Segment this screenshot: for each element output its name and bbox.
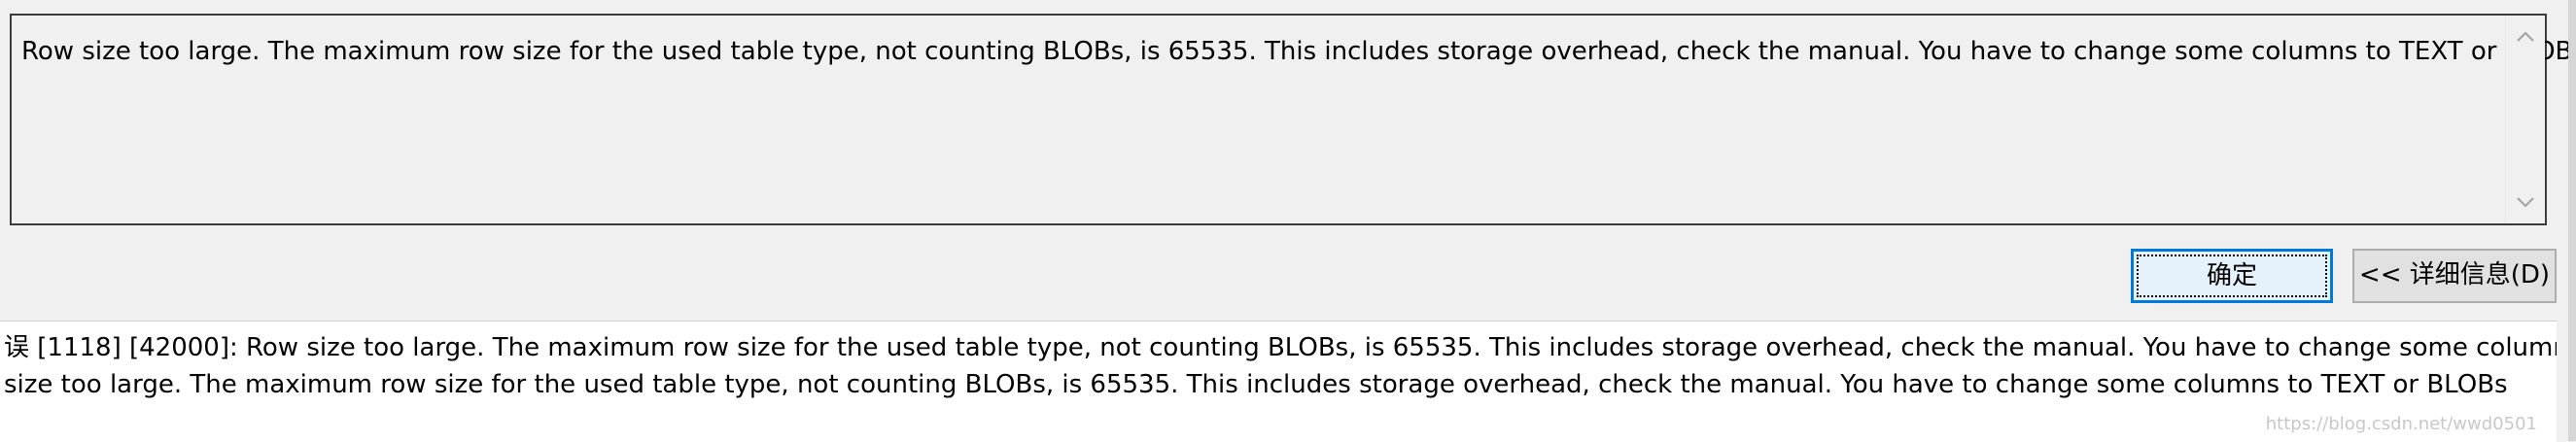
- chevron-up-icon[interactable]: [2514, 25, 2537, 49]
- error-message-text: Row size too large. The maximum row size…: [21, 37, 2576, 66]
- detail-line: 误 [1118] [42000]: Row size too large. Th…: [4, 333, 2557, 362]
- detail-line: size too large. The maximum row size for…: [4, 370, 2508, 399]
- watermark-text: https://blog.csdn.net/wwd0501: [2265, 414, 2537, 434]
- chevron-down-icon[interactable]: [2514, 190, 2537, 214]
- message-scrollbar[interactable]: [2505, 16, 2545, 223]
- details-toggle-button[interactable]: << 详细信息(D): [2352, 249, 2557, 303]
- error-detail-log[interactable]: 误 [1118] [42000]: Row size too large. Th…: [0, 321, 2557, 442]
- window-edge: [2568, 0, 2576, 441]
- error-message-box[interactable]: Row size too large. The maximum row size…: [10, 14, 2576, 225]
- ok-button[interactable]: 确定: [2131, 249, 2333, 303]
